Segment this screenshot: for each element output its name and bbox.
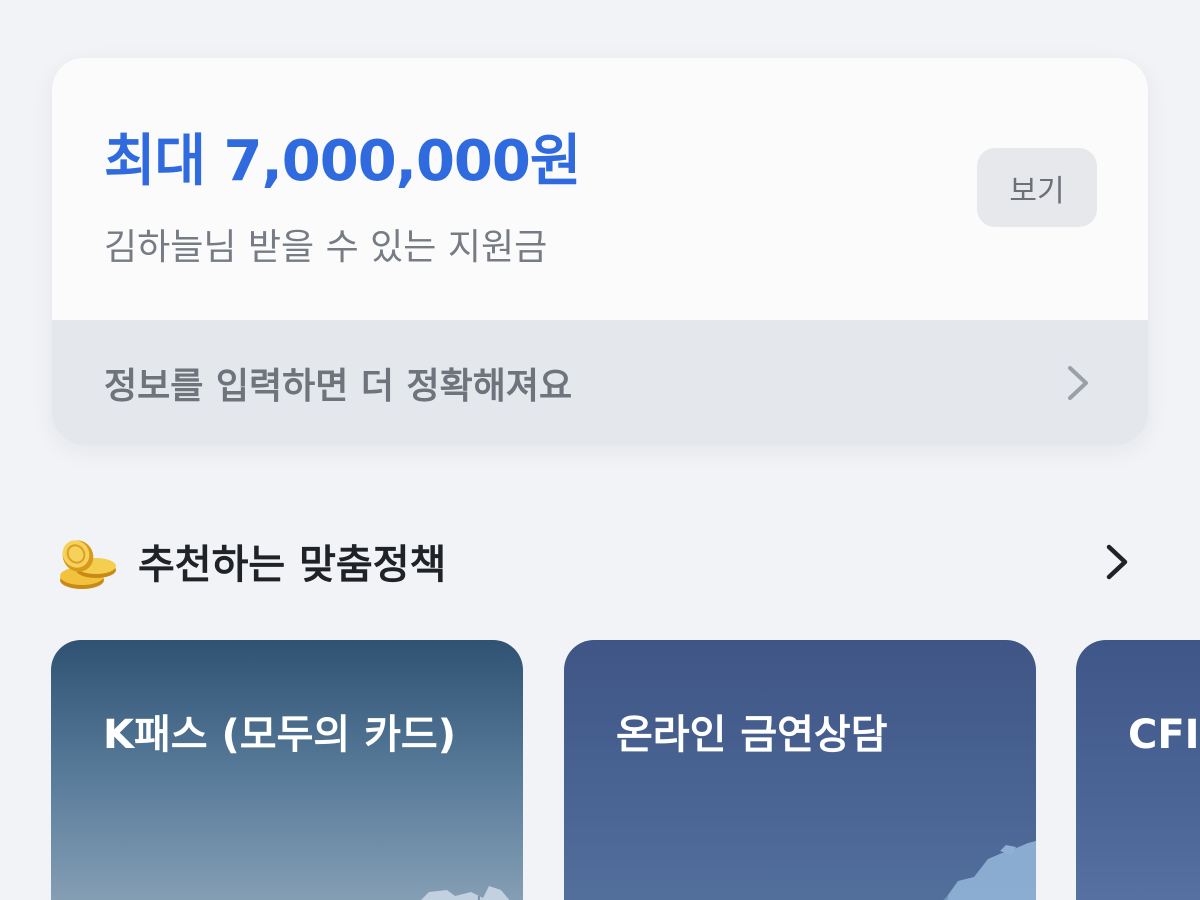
main-page: 최대 7,000,000원 김하늘님 받을 수 있는 지원금 보기 정보를 입력…: [0, 0, 1200, 900]
map-illustration: [421, 886, 510, 900]
chevron-right-icon[interactable]: [1104, 542, 1130, 582]
map-illustration: [943, 841, 1036, 900]
support-amount: 최대 7,000,000원: [104, 129, 581, 194]
policy-card-title: CFI 관람: [1128, 712, 1200, 758]
support-summary: 최대 7,000,000원 김하늘님 받을 수 있는 지원금 보기: [52, 58, 1148, 320]
section-title: 추천하는 맞춤정책: [138, 542, 447, 588]
policy-card[interactable]: K패스 (모두의 카드): [51, 640, 523, 900]
policy-card-title: 온라인 금연상담: [616, 712, 888, 758]
support-subtitle: 김하늘님 받을 수 있는 지원금: [104, 227, 548, 268]
support-card: 최대 7,000,000원 김하늘님 받을 수 있는 지원금 보기 정보를 입력…: [52, 58, 1148, 445]
coins-icon: [60, 540, 116, 589]
info-prompt-row[interactable]: 정보를 입력하면 더 정확해져요: [52, 320, 1148, 445]
info-prompt-text: 정보를 입력하면 더 정확해져요: [104, 365, 573, 407]
policy-card-title: K패스 (모두의 카드): [103, 712, 457, 758]
chevron-right-icon: [1068, 366, 1088, 400]
recommend-section-header[interactable]: 추천하는 맞춤정책: [56, 532, 1146, 596]
policy-card[interactable]: CFI 관람: [1076, 640, 1200, 900]
view-button[interactable]: 보기: [977, 148, 1097, 227]
policy-card[interactable]: 온라인 금연상담: [564, 640, 1036, 900]
